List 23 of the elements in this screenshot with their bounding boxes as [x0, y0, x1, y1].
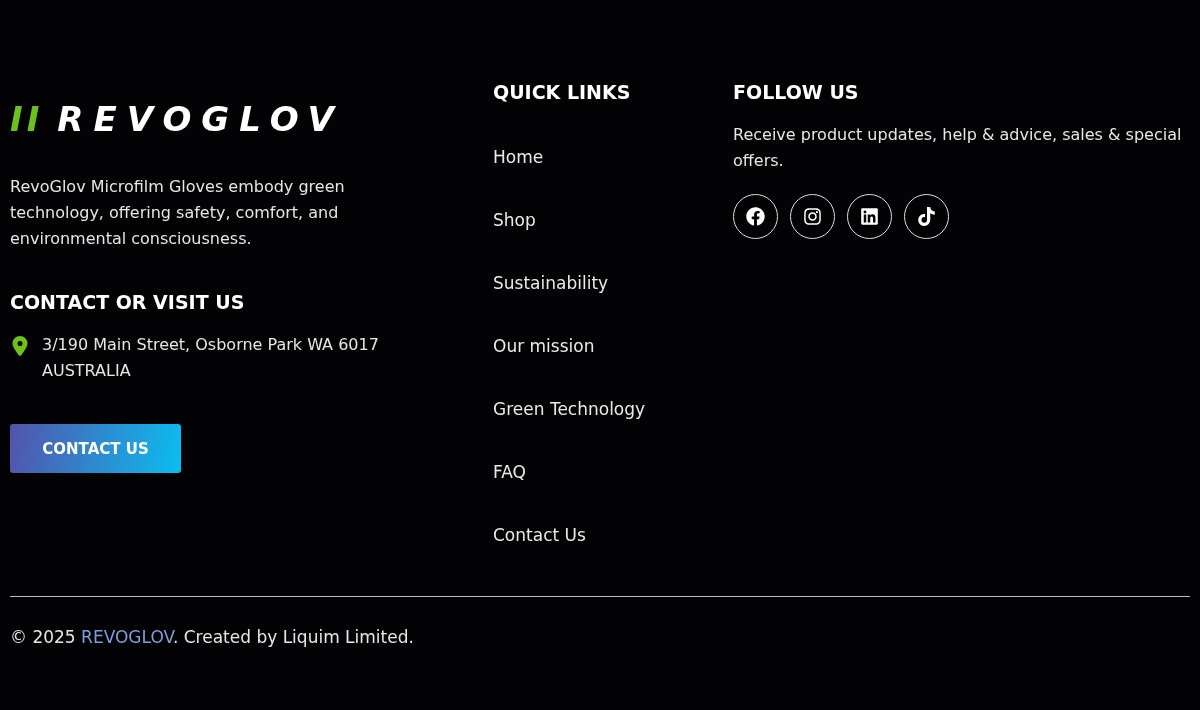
- footer-link[interactable]: Green Technology: [493, 396, 733, 422]
- tiktok-icon: [917, 207, 936, 226]
- footer-link[interactable]: Our mission: [493, 333, 733, 359]
- quick-links-heading: QUICK LINKS: [493, 80, 632, 105]
- instagram-icon: [803, 207, 822, 226]
- contact-heading: CONTACT OR VISIT US: [10, 290, 246, 315]
- contact-us-button[interactable]: CONTACT US: [10, 424, 181, 473]
- revoglov-link[interactable]: REVOGLOV: [81, 627, 173, 647]
- brand-description: RevoGlov Microfilm Gloves embody green technology, offering safety, comfort, and environmental consciousness.: [10, 176, 346, 250]
- footer-link[interactable]: Contact Us: [493, 522, 733, 548]
- logo-mark: II: [10, 100, 44, 138]
- follow-text: Receive product updates, help & advice, sales & special offers.: [733, 124, 1183, 172]
- follow-heading: FOLLOW US: [733, 80, 860, 105]
- logo-wordmark: REVOGLOV: [57, 100, 344, 138]
- linkedin-icon: [860, 207, 879, 226]
- footer-link[interactable]: Home: [493, 144, 733, 170]
- footer-link[interactable]: Sustainability: [493, 270, 733, 296]
- footer-link[interactable]: FAQ: [493, 459, 733, 485]
- address-text: 3/190 Main Street, Osborne Park WA 6017 AUSTRALIA: [42, 334, 380, 382]
- facebook-icon: [746, 207, 765, 226]
- copyright-text: © 2025 REVOGLOV. Created by Liquim Limited.: [10, 627, 415, 647]
- location-pin-icon: [10, 336, 30, 356]
- footer-link[interactable]: Shop: [493, 207, 733, 233]
